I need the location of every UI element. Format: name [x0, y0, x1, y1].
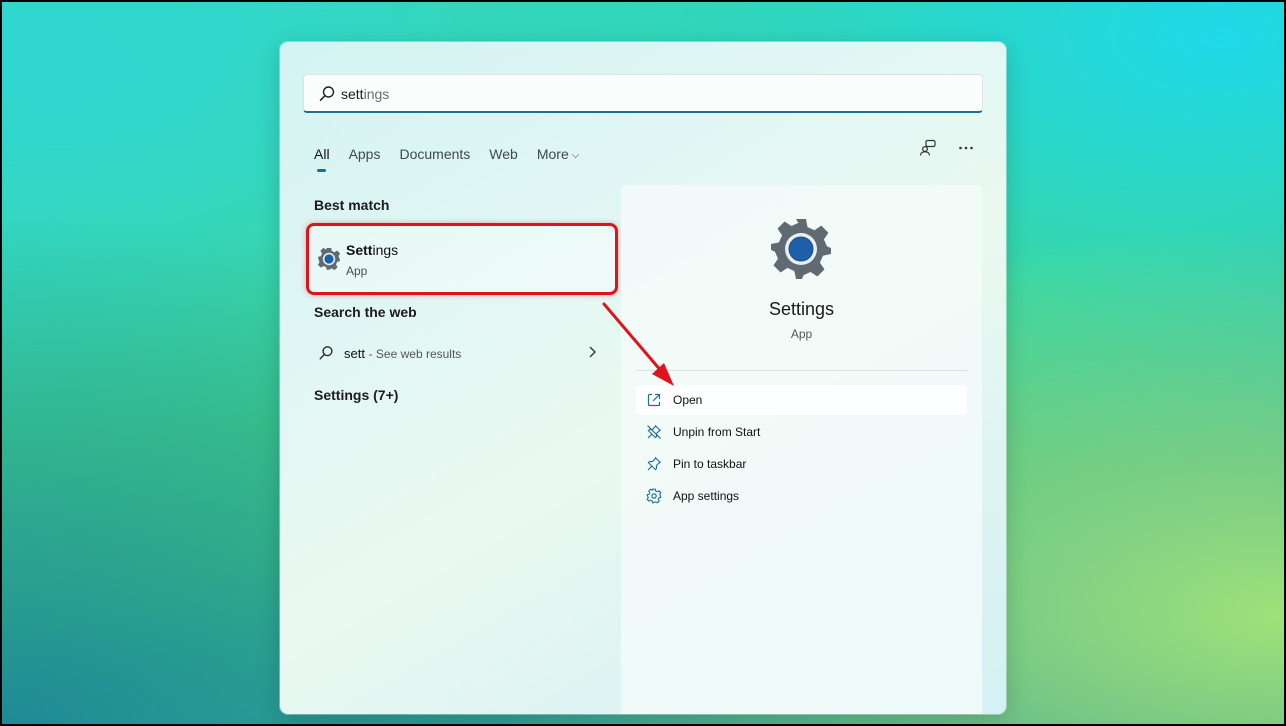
- best-match-type: App: [346, 264, 368, 278]
- open-action[interactable]: Open: [636, 385, 967, 415]
- best-match-heading: Best match: [314, 197, 390, 213]
- unpin-from-start-action[interactable]: Unpin from Start: [636, 417, 967, 447]
- chevron-right-icon: [589, 346, 596, 358]
- details-title: Settings: [768, 299, 835, 319]
- web-result-row[interactable]: sett - See web results: [306, 338, 606, 368]
- web-query: sett: [344, 346, 365, 361]
- app-settings-action[interactable]: App settings: [636, 481, 967, 511]
- search-input[interactable]: settings: [303, 74, 983, 113]
- settings-group-heading[interactable]: Settings (7+): [314, 387, 398, 403]
- app-settings-label: App settings: [673, 489, 740, 503]
- filter-tabs: All Apps Documents Web More ⌵: [314, 140, 598, 172]
- best-match-name-bold: Sett: [346, 242, 373, 258]
- settings-gear-icon: [771, 219, 831, 279]
- tab-more-label: More: [536, 146, 569, 162]
- tab-documents[interactable]: Documents: [399, 146, 470, 162]
- best-match-name: Settings: [346, 242, 398, 258]
- unpin-from-start-label: Unpin from Start: [673, 425, 761, 439]
- search-icon: [319, 86, 335, 101]
- pin-to-taskbar-action[interactable]: Pin to taskbar: [636, 449, 967, 479]
- ellipsis-icon: [959, 146, 973, 150]
- details-subtitle: App: [790, 327, 813, 341]
- open-external-icon: [647, 393, 661, 407]
- search-query: settings: [341, 86, 389, 102]
- pin-to-taskbar-label: Pin to taskbar: [673, 457, 747, 471]
- search-completion: ings: [363, 86, 390, 102]
- accounts-button[interactable]: [916, 136, 940, 160]
- search-icon: [319, 346, 333, 360]
- search-web-heading: Search the web: [314, 304, 417, 320]
- best-match-settings-app[interactable]: Settings App: [306, 223, 618, 295]
- details-pane: Settings App Open Unpin from Start Pin t…: [621, 185, 982, 714]
- web-result-text: sett - See web results: [344, 346, 461, 361]
- tab-more[interactable]: More ⌵: [537, 146, 580, 162]
- tab-web[interactable]: Web: [489, 146, 518, 162]
- tab-apps[interactable]: Apps: [349, 146, 381, 162]
- linked-accounts-icon: [919, 139, 936, 156]
- web-suffix: - See web results: [368, 347, 462, 361]
- gear-icon: [646, 488, 662, 504]
- start-search-panel: settings All Apps Documents Web More ⌵ Be…: [280, 42, 1006, 714]
- open-action-label: Open: [673, 393, 703, 407]
- pin-icon: [647, 456, 662, 471]
- best-match-name-rest: ings: [372, 242, 399, 258]
- more-options-button[interactable]: [954, 136, 978, 160]
- chevron-down-icon: ⌵: [571, 150, 580, 161]
- search-typed: sett: [341, 86, 364, 102]
- details-divider: [636, 370, 967, 371]
- settings-gear-icon: [317, 247, 341, 271]
- unpin-icon: [647, 424, 662, 439]
- tab-all[interactable]: All: [314, 146, 330, 172]
